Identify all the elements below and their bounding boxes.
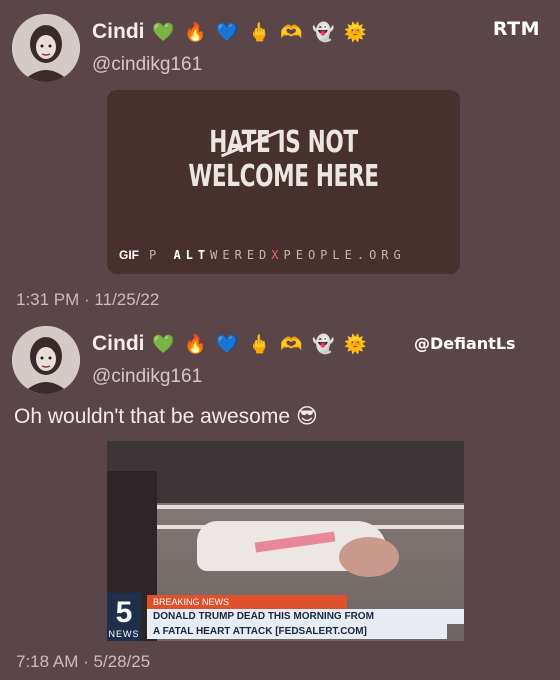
heart-hands-icon: 🫶 [280, 22, 303, 42]
green-heart-icon: 💚 [152, 334, 175, 354]
middle-finger-icon: 🖕 [248, 334, 271, 354]
tweet-header: Cindi 💚 🔥 💙 🖕 🫶 👻 🌞 @cindikg161 @Defiant… [12, 326, 548, 394]
sun-icon: 🌞 [344, 22, 367, 42]
gif-url-a: WERED [210, 248, 272, 262]
timestamp[interactable]: 7:18 AM · 5/28/25 [16, 652, 150, 672]
gif-url-prefix: P [149, 248, 174, 262]
photo-media[interactable]: 5 NEWS BREAKING NEWS DONALD TRUMP DEAD T… [107, 441, 464, 641]
blue-heart-icon: 💙 [216, 22, 239, 42]
blue-heart-icon: 💙 [216, 334, 239, 354]
channel-tag: NEWS [108, 629, 140, 639]
breaking-label: BREAKING NEWS [147, 595, 347, 609]
gif-url-b: PEOPLE.ORG [283, 248, 406, 262]
tweet-header: Cindi 💚 🔥 💙 🖕 🫶 👻 🌞 @cindikg161 [12, 14, 548, 82]
photo-background [107, 441, 464, 503]
middle-finger-icon: 🖕 [248, 22, 271, 42]
photo-head [339, 537, 399, 577]
avatar[interactable] [12, 326, 80, 394]
green-heart-icon: 💚 [152, 22, 175, 42]
tweet[interactable]: Cindi 💚 🔥 💙 🖕 🫶 👻 🌞 @cindikg161 @Defiant… [12, 326, 548, 671]
news-ticker: 5 NEWS BREAKING NEWS DONALD TRUMP DEAD T… [107, 593, 464, 641]
fire-icon: 🔥 [184, 334, 207, 354]
gif-url-x: X [271, 248, 284, 262]
gif-media[interactable]: HATE IS NOT WELCOME HERE GIF P ALTWEREDX… [107, 90, 460, 274]
gif-text-line2: WELCOME HERE [188, 159, 379, 194]
gif-badge: GIF [119, 248, 139, 262]
timestamp[interactable]: 1:31 PM · 11/25/22 [16, 290, 159, 310]
user-handle[interactable]: @cindikg161 [92, 366, 202, 388]
gif-url: P ALTWEREDXPEOPLE.ORG [149, 248, 406, 262]
gif-footer: GIF P ALTWEREDXPEOPLE.ORG [119, 248, 406, 262]
user-handle[interactable]: @cindikg161 [92, 54, 202, 76]
ring-rope [107, 505, 464, 509]
sunglasses-icon: 😎 [296, 405, 318, 428]
display-name[interactable]: Cindi [92, 332, 145, 356]
sun-icon: 🌞 [344, 334, 367, 354]
display-name[interactable]: Cindi [92, 20, 145, 44]
fire-icon: 🔥 [184, 22, 207, 42]
avatar[interactable] [12, 14, 80, 82]
ghost-icon: 👻 [312, 334, 335, 354]
tweet-text: Oh wouldn't that be awesome 😎 [14, 404, 318, 429]
alt-badge[interactable]: ALT [173, 248, 210, 262]
gif-text: HATE IS NOT WELCOME HERE [156, 126, 410, 194]
credit-watermark: @DefiantLs [414, 334, 516, 353]
heart-hands-icon: 🫶 [280, 334, 303, 354]
ghost-icon: 👻 [312, 22, 335, 42]
headline-line1: DONALD TRUMP DEAD THIS MORNING FROM [147, 609, 464, 624]
tweet-text-content: Oh wouldn't that be awesome [14, 404, 291, 428]
headline-line2: A FATAL HEART ATTACK [FEDSALERT.COM] [147, 624, 447, 639]
tweet[interactable]: Cindi 💚 🔥 💙 🖕 🫶 👻 🌞 @cindikg161 HATE IS … [12, 14, 548, 309]
gif-text-line1: HATE IS NOT [209, 125, 358, 160]
